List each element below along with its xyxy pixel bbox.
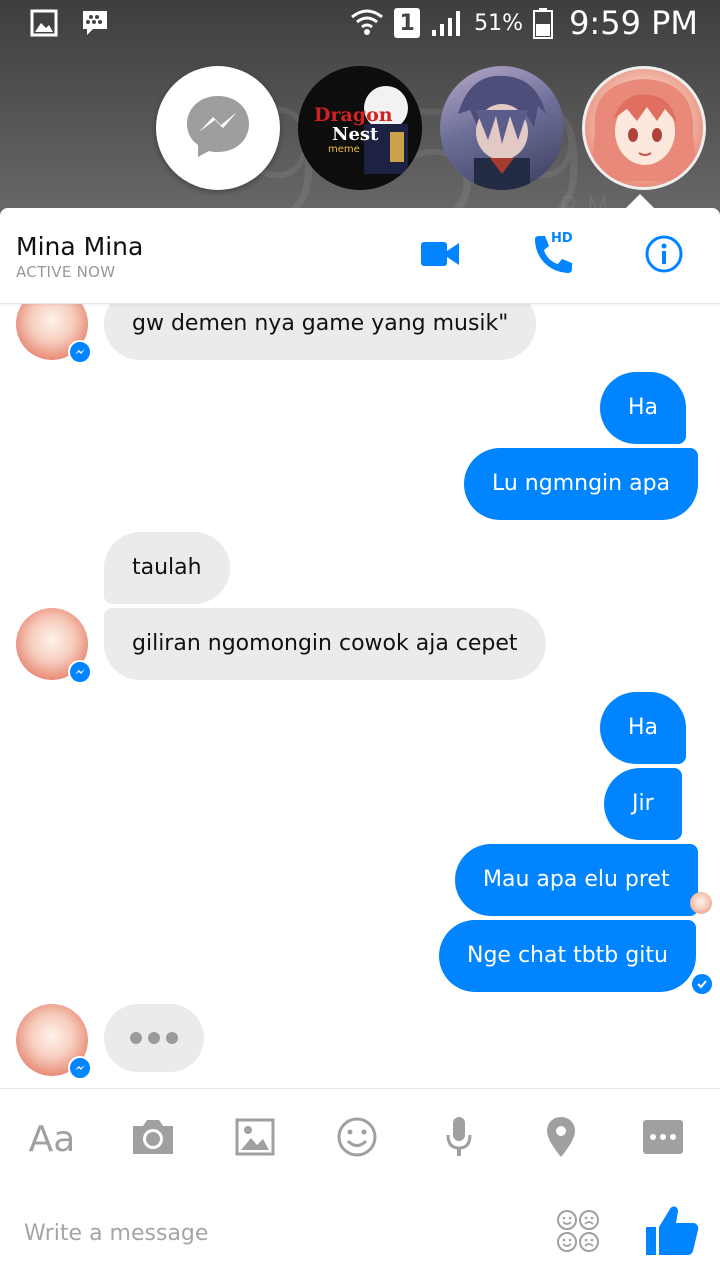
incoming-message[interactable]: giliran ngomongin cowok aja cepet	[104, 608, 546, 680]
messenger-badge-icon	[68, 660, 92, 684]
contact-avatar[interactable]	[16, 1004, 92, 1080]
emoji-icon	[336, 1116, 378, 1162]
bbm-notification-icon	[80, 8, 110, 38]
more-options-button[interactable]	[635, 1111, 691, 1167]
seen-indicator-avatar	[690, 892, 712, 914]
dragon-label: Dragon	[314, 104, 393, 126]
more-icon	[642, 1119, 684, 1159]
outgoing-message[interactable]: Nge chat tbtb gitu	[439, 920, 696, 992]
location-icon	[545, 1115, 577, 1163]
location-button[interactable]	[533, 1111, 589, 1167]
svg-text:Nest: Nest	[332, 124, 379, 145]
typing-dot	[130, 1032, 142, 1044]
active-head-pointer	[626, 194, 654, 208]
contact-name[interactable]: Mina Mina	[16, 232, 143, 261]
info-icon	[644, 234, 684, 278]
anime-boy-chat-head[interactable]	[440, 66, 564, 190]
camera-icon	[129, 1118, 177, 1160]
video-camera-icon	[420, 240, 460, 272]
gallery-button[interactable]	[227, 1111, 283, 1167]
messenger-logo-icon	[182, 90, 254, 166]
image-icon	[235, 1118, 275, 1160]
outgoing-message[interactable]: Mau apa elu pret	[455, 844, 698, 916]
outgoing-message[interactable]: Ha	[600, 692, 687, 764]
status-bar: 1 51% 9:59 PM	[0, 0, 720, 46]
wifi-icon	[350, 7, 384, 39]
svg-text:meme: meme	[328, 144, 360, 155]
emoji-button[interactable]	[329, 1111, 385, 1167]
chat-window: Mina Mina ACTIVE NOW HD gw demen nya gam…	[0, 208, 720, 1280]
gallery-notification-icon	[30, 9, 58, 37]
contact-status: ACTIVE NOW	[16, 263, 116, 281]
thumbs-up-icon	[644, 1203, 700, 1263]
sticker-icon	[556, 1209, 600, 1257]
camera-button[interactable]	[125, 1111, 181, 1167]
delivered-check-icon	[692, 974, 712, 994]
like-button[interactable]	[640, 1201, 704, 1265]
message-list[interactable]: gw demen nya game yang musik" Ha Lu ngmn…	[0, 208, 720, 1088]
outgoing-message[interactable]: Lu ngmngin apa	[464, 448, 699, 520]
message-input-row	[0, 1185, 720, 1280]
sim-badge-icon: 1	[394, 8, 421, 38]
messenger-badge-icon	[68, 340, 92, 364]
chat-heads-bar: Dragon Nest meme	[156, 66, 716, 191]
message-input[interactable]	[24, 1213, 524, 1253]
microphone-icon	[443, 1115, 475, 1163]
hd-label: HD	[551, 231, 573, 246]
battery-icon	[533, 7, 554, 39]
battery-percent: 51%	[474, 10, 524, 36]
voice-record-button[interactable]	[431, 1111, 487, 1167]
typing-dot	[166, 1032, 178, 1044]
video-call-button[interactable]	[416, 232, 464, 280]
signal-icon	[430, 8, 464, 38]
sticker-button[interactable]	[554, 1209, 602, 1257]
phone-hd-icon: HD	[529, 231, 575, 279]
text-tool-button[interactable]: Aa	[24, 1111, 80, 1167]
messenger-chat-head[interactable]	[156, 66, 280, 190]
status-time: 9:59 PM	[569, 4, 698, 42]
conversation-info-button[interactable]	[640, 232, 688, 280]
outgoing-message[interactable]: Ha	[600, 372, 687, 444]
messenger-badge-icon	[68, 1056, 92, 1080]
hd-voice-call-button[interactable]: HD	[528, 231, 576, 280]
chat-header: Mina Mina ACTIVE NOW HD	[0, 208, 720, 304]
typing-dot	[148, 1032, 160, 1044]
typing-indicator	[104, 1004, 204, 1072]
composer: Aa	[0, 1088, 720, 1280]
incoming-message[interactable]: taulah	[104, 532, 230, 604]
contact-avatar[interactable]	[16, 608, 92, 684]
mina-mina-chat-head[interactable]	[582, 66, 706, 190]
outgoing-message[interactable]: Jir	[604, 768, 682, 840]
dragon-nest-chat-head[interactable]: Dragon Nest meme	[298, 66, 422, 190]
